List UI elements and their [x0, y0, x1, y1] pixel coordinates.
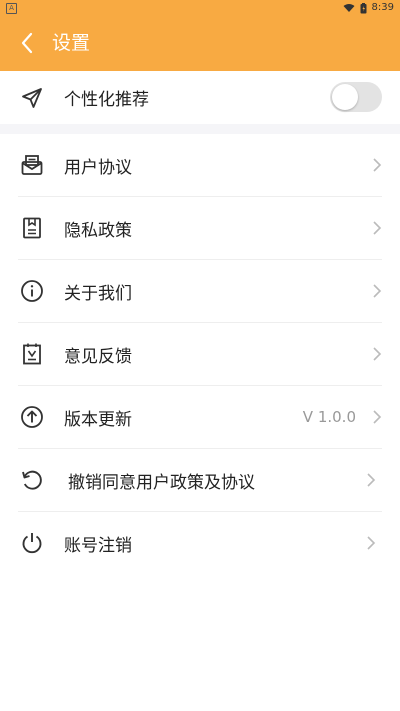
- menu-item-label: 撤销同意用户政策及协议: [68, 472, 255, 493]
- menu-item-revoke-consent[interactable]: 撤销同意用户政策及协议: [0, 449, 400, 511]
- menu-item-feedback[interactable]: 意见反馈: [0, 323, 400, 385]
- menu-item-label: 版本更新: [64, 409, 132, 430]
- battery-icon: [360, 2, 367, 13]
- menu-item-privacy-policy[interactable]: 隐私政策: [0, 197, 400, 259]
- chevron-right-icon: [370, 156, 384, 174]
- menu-item-label: 账号注销: [64, 535, 132, 556]
- paper-plane-icon: [19, 85, 45, 111]
- notification-badge: A: [6, 3, 17, 14]
- feedback-icon: [19, 341, 45, 367]
- section-separator: [0, 124, 400, 134]
- menu-item-version-update[interactable]: 版本更新 V 1.0.0: [0, 386, 400, 448]
- menu-item-label: 关于我们: [64, 283, 132, 304]
- menu-item-label: 用户协议: [64, 157, 132, 178]
- menu-item-label: 意见反馈: [64, 346, 132, 367]
- personalize-label: 个性化推荐: [64, 90, 149, 110]
- power-icon: [19, 530, 45, 556]
- chevron-right-icon: [364, 534, 378, 552]
- page-title: 设置: [52, 32, 91, 54]
- wifi-icon: [343, 4, 355, 12]
- back-button[interactable]: [10, 25, 44, 61]
- revoke-icon: [19, 467, 45, 493]
- chevron-right-icon: [364, 471, 378, 489]
- status-bar: A 8:39: [0, 0, 400, 16]
- chevron-left-icon: [21, 32, 33, 54]
- upload-circle-icon: [19, 404, 45, 430]
- envelope-icon: [19, 152, 45, 178]
- toggle-knob: [332, 84, 358, 110]
- menu-item-label: 隐私政策: [64, 220, 132, 241]
- chevron-right-icon: [370, 408, 384, 426]
- menu-item-delete-account[interactable]: 账号注销: [0, 512, 400, 574]
- menu-item-about-us[interactable]: 关于我们: [0, 260, 400, 322]
- info-icon: [19, 278, 45, 304]
- app-bar: 设置: [0, 16, 400, 71]
- personalize-toggle[interactable]: [330, 82, 382, 112]
- status-time: 8:39: [371, 2, 394, 13]
- chevron-right-icon: [370, 345, 384, 363]
- document-icon: [19, 215, 45, 241]
- version-value: V 1.0.0: [302, 408, 356, 426]
- status-icons: 8:39: [343, 0, 394, 16]
- personalize-row: 个性化推荐: [0, 71, 400, 124]
- menu-item-user-agreement[interactable]: 用户协议: [0, 134, 400, 196]
- chevron-right-icon: [370, 282, 384, 300]
- chevron-right-icon: [370, 219, 384, 237]
